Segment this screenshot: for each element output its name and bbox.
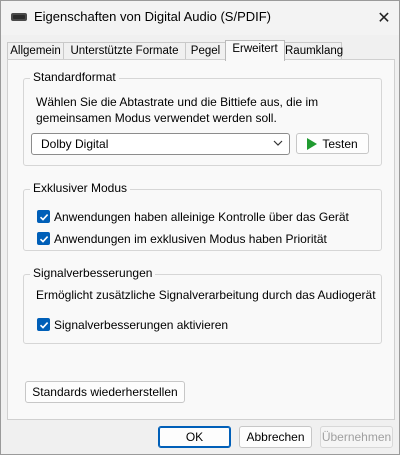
standard-format-description: Wählen Sie die Abtastrate und die Bittie…	[36, 95, 319, 109]
test-button[interactable]: Testen	[296, 133, 369, 154]
enhancements-group: Signalverbesserungen Ermöglicht zusätzli…	[23, 266, 382, 344]
standard-format-group: Standardformat Wählen Sie die Abtastrate…	[23, 70, 382, 166]
title-bar: Eigenschaften von Digital Audio (S/PDIF)…	[1, 1, 399, 35]
checkmark-icon	[39, 235, 48, 243]
test-button-label: Testen	[322, 136, 358, 151]
exclusive-mode-group: Exklusiver Modus Anwendungen haben allei…	[23, 181, 382, 251]
exclusive-control-checkbox[interactable]	[37, 210, 50, 223]
enhancements-checkbox[interactable]	[37, 318, 50, 331]
tab-allgemein[interactable]: Allgemein	[7, 42, 64, 60]
checkmark-icon	[39, 321, 48, 329]
enhancements-title: Signalverbesserungen	[30, 266, 156, 280]
ok-button[interactable]: OK	[158, 426, 231, 448]
tab-panel-erweitert: Standardformat Wählen Sie die Abtastrate…	[7, 59, 395, 420]
standard-format-description-2: gemeinsamen Modus verwendet werden soll.	[36, 111, 277, 125]
enhancements-description: Ermöglicht zusätzliche Signalverarbeitun…	[36, 288, 376, 302]
format-select[interactable]: Dolby Digital	[31, 133, 290, 155]
standard-format-title: Standardformat	[30, 70, 119, 84]
tab-unterstuetzte-formate[interactable]: Unterstützte Formate	[63, 42, 186, 60]
close-icon: ✕	[377, 10, 391, 27]
speaker-icon	[11, 13, 27, 21]
tab-raumklang[interactable]: Raumklang	[284, 42, 343, 60]
window-title: Eigenschaften von Digital Audio (S/PDIF)	[34, 9, 272, 24]
exclusive-priority-checkbox[interactable]	[37, 232, 50, 245]
exclusive-priority-label: Anwendungen im exklusiven Modus haben Pr…	[54, 232, 327, 246]
cancel-button[interactable]: Abbrechen	[239, 426, 312, 448]
checkmark-icon	[39, 213, 48, 221]
tab-pegel[interactable]: Pegel	[185, 42, 226, 60]
tab-erweitert[interactable]: Erweitert	[225, 40, 285, 61]
enhancements-label: Signalverbesserungen aktivieren	[54, 318, 229, 332]
play-icon	[307, 137, 318, 150]
exclusive-mode-title: Exklusiver Modus	[30, 181, 131, 195]
chevron-down-icon	[273, 140, 283, 146]
apply-button[interactable]: Übernehmen	[320, 426, 393, 448]
restore-defaults-button[interactable]: Standards wiederherstellen	[25, 381, 185, 403]
exclusive-control-label: Anwendungen haben alleinige Kontrolle üb…	[54, 210, 349, 224]
format-select-value: Dolby Digital	[41, 137, 109, 151]
properties-dialog: Eigenschaften von Digital Audio (S/PDIF)…	[0, 0, 400, 455]
close-button[interactable]: ✕	[371, 6, 397, 30]
